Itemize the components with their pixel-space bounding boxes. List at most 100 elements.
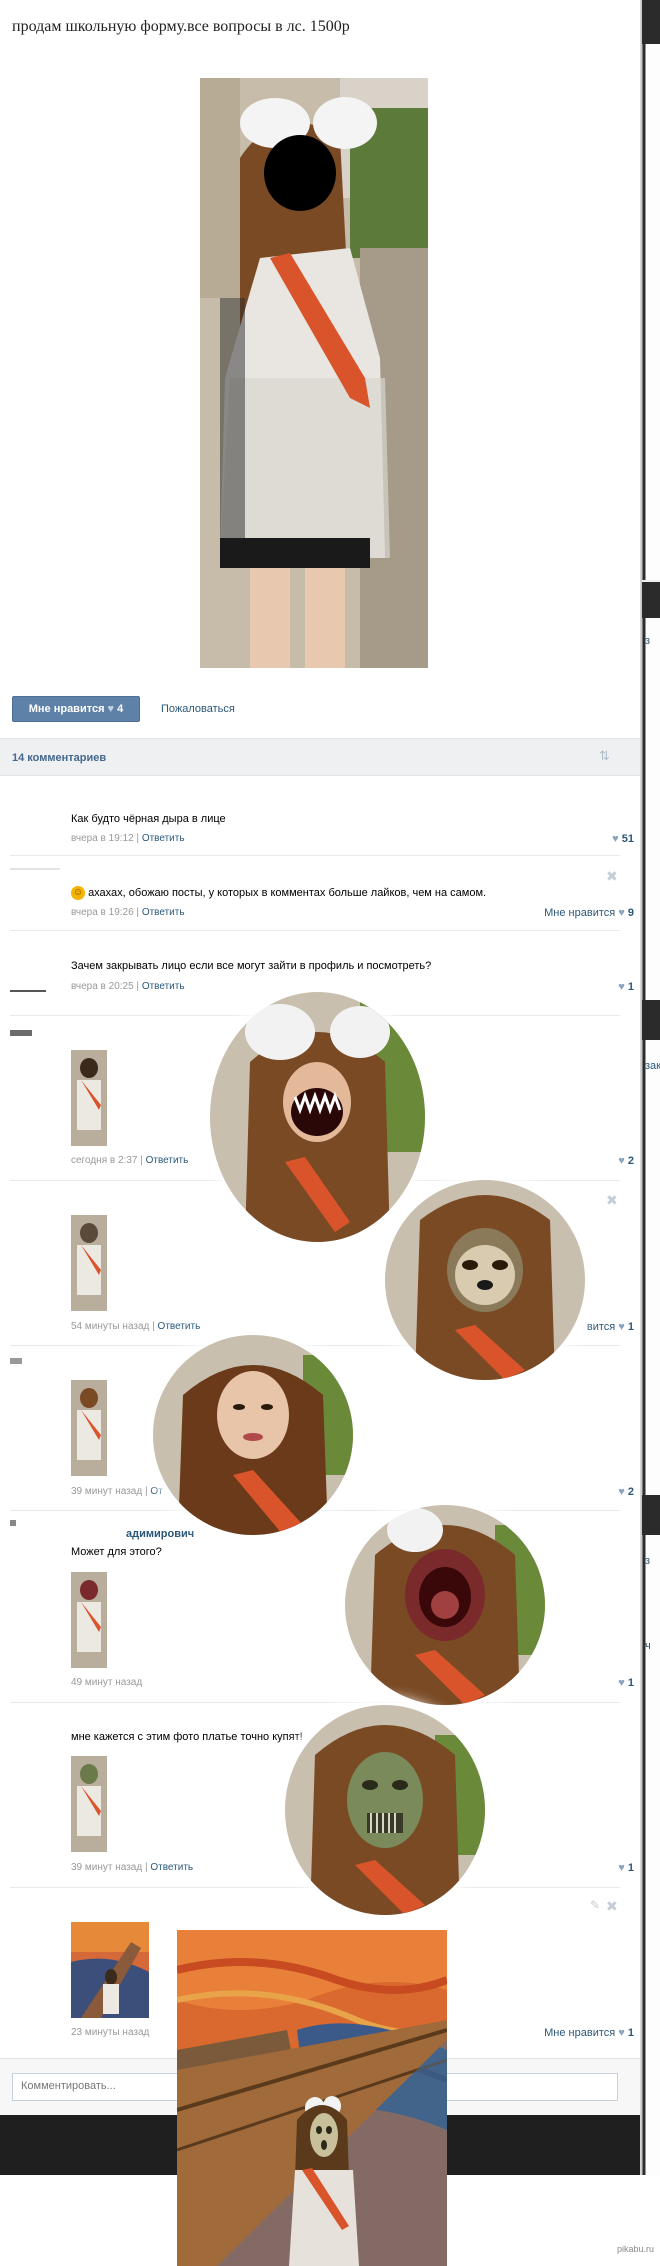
comment-like-count: 2 xyxy=(627,1486,634,1498)
comment-divider xyxy=(10,855,620,856)
comments-count[interactable]: 14 комментариев xyxy=(12,752,106,764)
thumb-illustration xyxy=(71,1380,107,1476)
watermark: pikabu.ru xyxy=(616,2244,654,2254)
close-icon[interactable]: ✖ xyxy=(606,1898,618,1915)
reply-link[interactable]: Ответить xyxy=(142,981,185,992)
close-icon[interactable]: ✖ xyxy=(606,1192,618,1209)
post-photo-illustration xyxy=(200,78,428,668)
post-photo[interactable] xyxy=(200,78,428,668)
heart-icon: ♥ xyxy=(618,1486,625,1498)
comment-meta: 39 минут назад | Ответить xyxy=(71,1862,194,1873)
right-snippet: з xyxy=(645,635,651,647)
right-snippet: з xyxy=(645,1555,651,1567)
scream-illustration xyxy=(177,1930,447,2266)
right-dark-bar xyxy=(642,1000,660,1040)
comment-time: сегодня в 2:37 xyxy=(71,1155,138,1166)
avatar xyxy=(10,990,46,992)
comment-like[interactable]: ♥ 2 xyxy=(618,1486,634,1498)
comment-like-text: Мне нравится xyxy=(544,2027,616,2039)
comment-like[interactable]: ♥ 1 xyxy=(618,1862,634,1874)
heart-icon: ♥ xyxy=(618,1862,625,1874)
heart-icon: ♥ xyxy=(107,703,115,715)
comment-text: Как будто чёрная дыра в лице xyxy=(71,813,226,825)
reply-link[interactable]: Ответить xyxy=(142,833,185,844)
comment-like[interactable]: вится ♥ 1 xyxy=(587,1321,634,1333)
comment-time: 39 минут назад xyxy=(71,1862,143,1873)
comment-text: мне кажется с этим фото платье точно куп… xyxy=(71,1731,303,1743)
comment-like[interactable]: ♥ 1 xyxy=(618,1677,634,1689)
comment-like[interactable]: Мне нравится ♥ 9 xyxy=(544,907,634,919)
overlay-illustration xyxy=(285,1705,485,1915)
reply-link[interactable]: Ответить xyxy=(150,1862,193,1873)
thumb-illustration xyxy=(71,1922,149,2018)
overlay-photo-zombie xyxy=(285,1705,485,1915)
comment-meta: 49 минут назад xyxy=(71,1677,142,1688)
comment-divider xyxy=(10,1887,620,1888)
comment-meta: 23 минуты назад xyxy=(71,2027,149,2038)
heart-icon: ♥ xyxy=(612,833,619,845)
overlay-illustration xyxy=(345,1505,545,1705)
thumb-illustration xyxy=(71,1215,107,1311)
overlay-scream-painting xyxy=(177,1930,447,2266)
comment-time: вчера в 20:25 xyxy=(71,981,134,992)
comment-text: ☺ ахахах, обожаю посты, у которых в комм… xyxy=(71,886,486,900)
comment-divider xyxy=(10,1702,620,1703)
comment-like[interactable]: ♥ 51 xyxy=(612,833,634,845)
comment-text: Может для этого? xyxy=(71,1546,162,1558)
post-title: продам школьную форму.все вопросы в лс. … xyxy=(12,18,350,35)
comment-like-count: 1 xyxy=(627,2027,634,2039)
comment-time: 39 минут назад xyxy=(71,1486,143,1497)
overlay-illustration xyxy=(385,1180,585,1380)
comment-time: 49 минут назад xyxy=(71,1677,143,1688)
comment-photo-thumb[interactable] xyxy=(71,1215,107,1311)
comment-photo-thumb[interactable] xyxy=(71,1050,107,1146)
comment-time: 54 минуты назад xyxy=(71,1321,150,1332)
avatar xyxy=(10,1030,32,1036)
complain-link[interactable]: Пожаловаться xyxy=(161,703,235,715)
overlay-photo-retouched xyxy=(153,1335,353,1535)
comment-like[interactable]: Мне нравится ♥ 1 xyxy=(544,2027,634,2039)
comment-photo-thumb[interactable] xyxy=(71,1922,149,2018)
reply-link[interactable]: Ответить xyxy=(146,1155,189,1166)
comment-time: вчера в 19:12 xyxy=(71,833,134,844)
comment-meta: вчера в 20:25 | Ответить xyxy=(71,981,185,992)
comment-like-count: 1 xyxy=(627,1321,634,1333)
comment-author[interactable]: адимирович xyxy=(126,1528,194,1540)
comment-photo-thumb[interactable] xyxy=(71,1756,107,1852)
comment-like[interactable]: ♥ 2 xyxy=(618,1155,634,1167)
thumb-illustration xyxy=(71,1572,107,1668)
right-dark-bar xyxy=(642,1495,660,1535)
right-snippet: ч xyxy=(645,1640,651,1652)
heart-icon: ♥ xyxy=(618,2027,625,2039)
smile-icon: ☺ xyxy=(71,886,85,900)
comment-photo-thumb[interactable] xyxy=(71,1572,107,1668)
overlay-photo-mouth xyxy=(345,1505,545,1705)
comment-time: 23 минуты назад xyxy=(71,2027,150,2038)
like-button[interactable]: Мне нравится ♥ 4 xyxy=(12,696,140,722)
comment-meta: сегодня в 2:37 | Ответить xyxy=(71,1155,189,1166)
like-button-label: Мне нравится xyxy=(28,703,105,715)
comment-like-count: 9 xyxy=(627,907,634,919)
heart-icon: ♥ xyxy=(618,1321,625,1333)
heart-icon: ♥ xyxy=(618,981,625,993)
comment-like-text: Мне нравится xyxy=(544,907,616,919)
pencil-icon[interactable]: ✎ xyxy=(590,1898,600,1912)
comment-photo-thumb[interactable] xyxy=(71,1380,107,1476)
overlay-photo-monster xyxy=(210,992,425,1242)
comment-like[interactable]: ♥ 1 xyxy=(618,981,634,993)
heart-icon: ♥ xyxy=(618,1677,625,1689)
comment-meta: вчера в 19:12 | Ответить xyxy=(71,833,185,844)
heart-icon: ♥ xyxy=(618,907,625,919)
comment-like-text: вится xyxy=(586,1321,616,1333)
comment-like-count: 1 xyxy=(627,1677,634,1689)
thumb-illustration xyxy=(71,1756,107,1852)
reply-link[interactable]: Ответить xyxy=(158,1321,201,1332)
reply-link[interactable]: Ответить xyxy=(142,907,185,918)
avatar xyxy=(10,1358,22,1364)
close-icon[interactable]: ✖ xyxy=(606,868,618,885)
reply-link[interactable]: От xyxy=(150,1486,162,1497)
right-page-edge xyxy=(640,0,660,2266)
comment-body: ахахах, обожаю посты, у которых в коммен… xyxy=(88,886,487,899)
comment-time: вчера в 19:26 xyxy=(71,907,134,918)
sort-icon[interactable]: ⇅ xyxy=(599,748,610,764)
